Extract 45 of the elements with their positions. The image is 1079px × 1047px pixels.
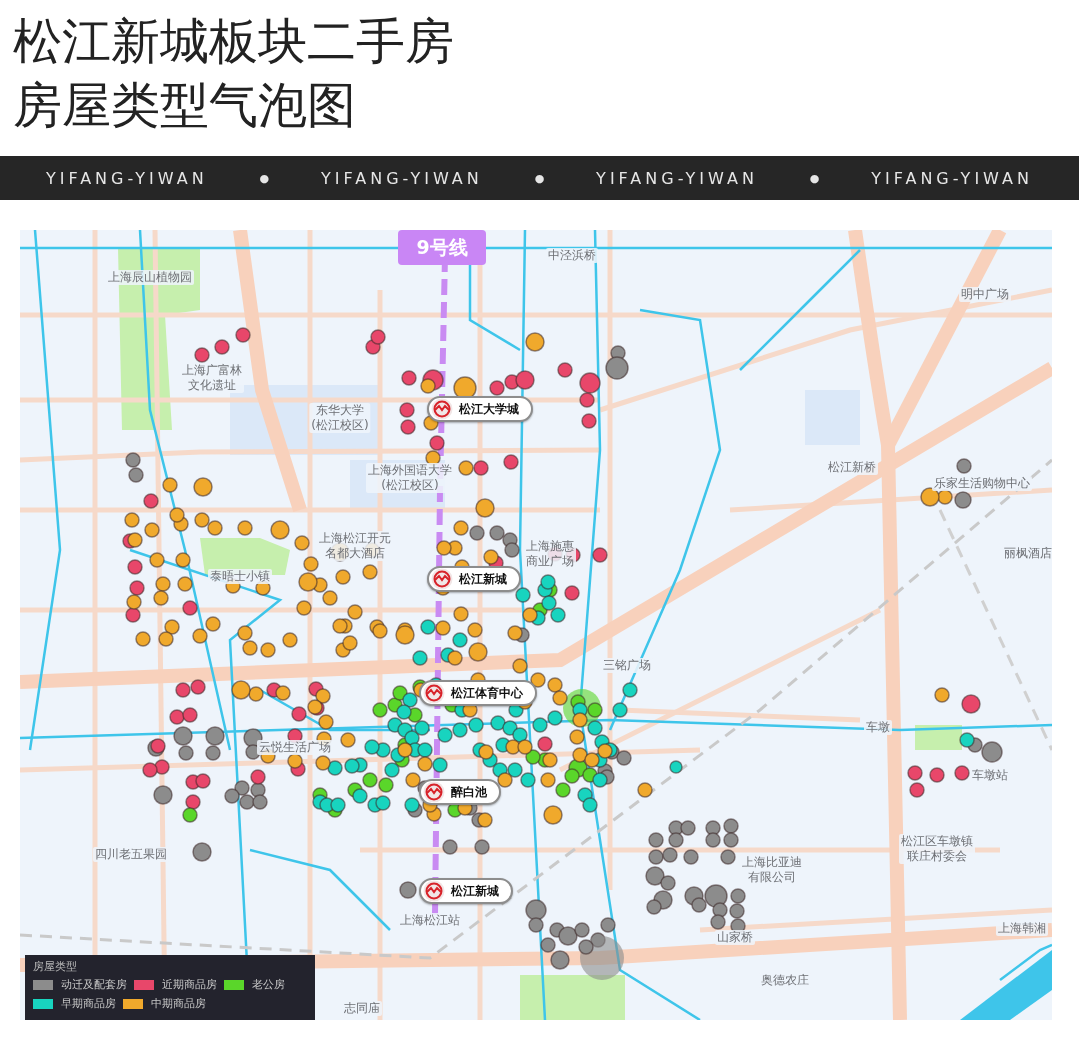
- place-label: 上海韩湘: [996, 921, 1048, 936]
- place-label: 云悦生活广场: [257, 740, 333, 755]
- page-title: 房屋类型气泡图: [13, 76, 356, 136]
- brand-text: YIFANG-YIWAN: [596, 168, 758, 188]
- legend-label: 中期商品房: [151, 996, 206, 1011]
- page-title: 松江新城板块二手房: [13, 12, 454, 72]
- place-label: 松江区车墩镇 联庄村委会: [899, 834, 975, 864]
- place-label: 上海辰山植物园: [106, 270, 194, 285]
- place-label: 上海外国语大学 (松江校区): [366, 463, 454, 493]
- place-label: 车墩站: [970, 768, 1010, 783]
- place-label: 中泾浜桥: [546, 248, 598, 263]
- separator-dot: ●: [534, 171, 545, 185]
- place-label: 上海广富林 文化遗址: [180, 363, 244, 393]
- station-name: 松江大学城: [459, 400, 519, 418]
- station-name: 醉白池: [451, 783, 487, 801]
- legend-label: 老公房: [252, 977, 285, 992]
- legend-label: 动迁及配套房: [61, 977, 127, 992]
- place-label: 志同庙: [342, 1001, 382, 1016]
- place-label: 车墩: [864, 720, 892, 735]
- metro-line-badge: 9号线: [398, 230, 486, 265]
- separator-dot: ●: [259, 171, 270, 185]
- place-label: 三铭广场: [601, 658, 653, 673]
- place-label: 丽枫酒店: [1002, 546, 1052, 561]
- place-label: 上海施惠 商业广场: [524, 539, 576, 569]
- separator-dot: ●: [809, 171, 820, 185]
- legend-title: 房屋类型: [33, 959, 77, 974]
- brand-text: YIFANG-YIWAN: [45, 168, 208, 188]
- place-label: 东华大学 (松江校区): [309, 403, 371, 433]
- brand-text: YIFANG-YIWAN: [321, 168, 483, 188]
- station-name: 松江体育中心: [451, 684, 523, 702]
- place-label: 四川老五果园: [93, 847, 169, 862]
- place-label: 奥德农庄: [759, 973, 811, 988]
- brand-text: YIFANG-YIWAN: [871, 168, 1033, 188]
- place-label: 明中广场: [959, 287, 1011, 302]
- place-label: 松江新桥: [826, 460, 878, 475]
- place-label: 上海比亚迪 有限公司: [740, 855, 804, 885]
- place-label: 上海松江站: [398, 913, 462, 928]
- legend-label: 近期商品房: [162, 977, 217, 992]
- legend-label: 早期商品房: [61, 996, 116, 1011]
- place-label: 泰晤士小镇: [208, 569, 272, 584]
- place-label: 上海松江开元 名都大酒店: [317, 531, 393, 561]
- place-label: 乐家生活购物中心: [932, 476, 1032, 491]
- place-label: 山家桥: [715, 930, 755, 945]
- station-name: 松江新城: [459, 570, 507, 588]
- station-name: 松江新城: [451, 882, 499, 900]
